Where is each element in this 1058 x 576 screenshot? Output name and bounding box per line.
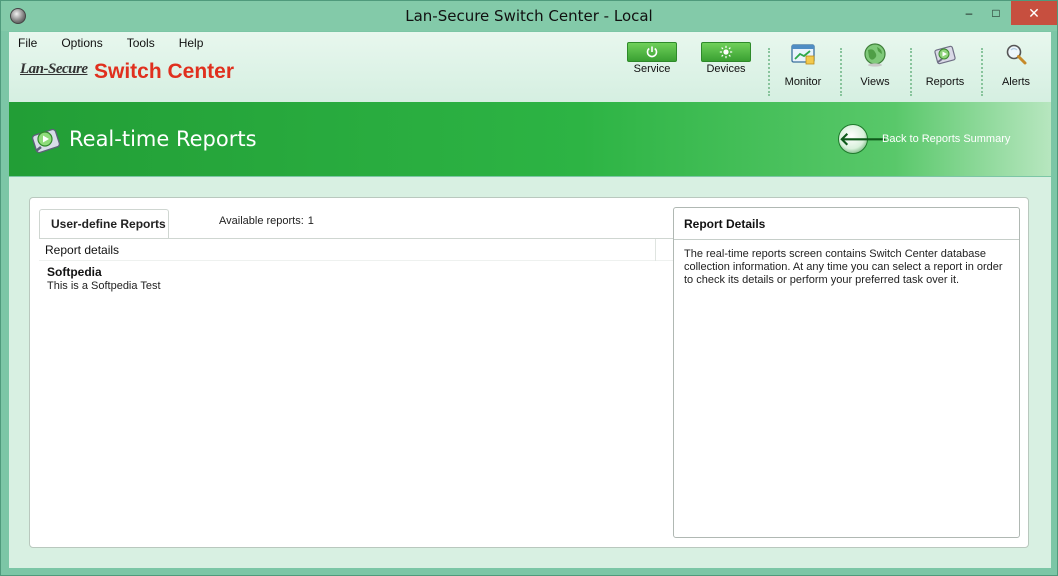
toolbar-separator — [768, 48, 770, 96]
report-details-panel: Report Details The real-time reports scr… — [673, 207, 1020, 538]
report-name: Softpedia — [47, 265, 102, 279]
minimize-button[interactable]: – — [956, 1, 982, 25]
maximize-button[interactable]: □ — [983, 1, 1009, 25]
monitor-label: Monitor — [784, 76, 822, 88]
views-label: Views — [860, 76, 890, 88]
views-button[interactable]: Views — [843, 40, 907, 96]
report-details-column-header[interactable]: Report details — [39, 239, 674, 261]
arrow-left-icon: 🡐 — [839, 129, 888, 149]
title-bar[interactable]: Lan-Secure Switch Center - Local – □ ✕ — [1, 1, 1057, 31]
available-reports-count: 1 — [307, 215, 314, 227]
divider — [674, 239, 1019, 240]
magnifier-icon — [1006, 44, 1027, 65]
toolbar-separator — [981, 48, 983, 96]
globe-icon — [864, 43, 886, 67]
column-divider[interactable] — [655, 239, 656, 261]
available-reports-label: Available reports: — [219, 215, 304, 227]
list-item[interactable]: Softpedia This is a Softpedia Test — [47, 265, 647, 292]
devices-label: Devices — [706, 63, 746, 75]
close-button[interactable]: ✕ — [1011, 1, 1057, 25]
available-reports: Available reports: 1 — [219, 215, 314, 227]
toolbar: Service Devices Monitor Views Reports Al… — [9, 32, 1051, 102]
report-description: This is a Softpedia Test — [47, 280, 161, 292]
page-banner: Real-time Reports 🡐 Back to Reports Summ… — [9, 102, 1051, 176]
report-details-text: The real-time reports screen contains Sw… — [684, 248, 1003, 286]
reports-label: Reports — [925, 76, 965, 88]
monitor-icon — [791, 44, 815, 65]
report-details-title: Report Details — [684, 217, 766, 231]
sun-icon — [719, 45, 733, 59]
power-icon — [646, 46, 658, 58]
reports-icon — [31, 128, 61, 154]
back-to-reports-summary-link[interactable]: Back to Reports Summary — [882, 133, 1010, 145]
reports-button[interactable]: Reports — [913, 40, 977, 96]
monitor-button[interactable]: Monitor — [771, 40, 835, 96]
back-arrow-button[interactable]: 🡐 — [838, 124, 887, 154]
tab-user-define-reports[interactable]: User-define Reports — [39, 209, 169, 238]
toolbar-separator — [910, 48, 912, 96]
service-label: Service — [633, 63, 671, 75]
service-toggle-button[interactable] — [627, 42, 677, 62]
alerts-button[interactable]: Alerts — [984, 40, 1048, 96]
alerts-label: Alerts — [1001, 76, 1031, 88]
tab-label: User-define Reports — [51, 217, 166, 231]
reports-icon — [934, 45, 956, 65]
devices-toggle-button[interactable] — [701, 42, 751, 62]
main-content: User-define Reports Available reports: 1 … — [9, 177, 1051, 568]
app-header: File Options Tools Help Lan-Secure Switc… — [9, 32, 1051, 102]
window-title: Lan-Secure Switch Center - Local — [405, 7, 653, 25]
column-header-label: Report details — [45, 243, 120, 257]
page-title: Real-time Reports — [69, 127, 257, 151]
toolbar-separator — [840, 48, 842, 96]
app-window: Lan-Secure Switch Center - Local – □ ✕ F… — [0, 0, 1058, 576]
reports-panel: User-define Reports Available reports: 1 … — [29, 197, 1029, 548]
